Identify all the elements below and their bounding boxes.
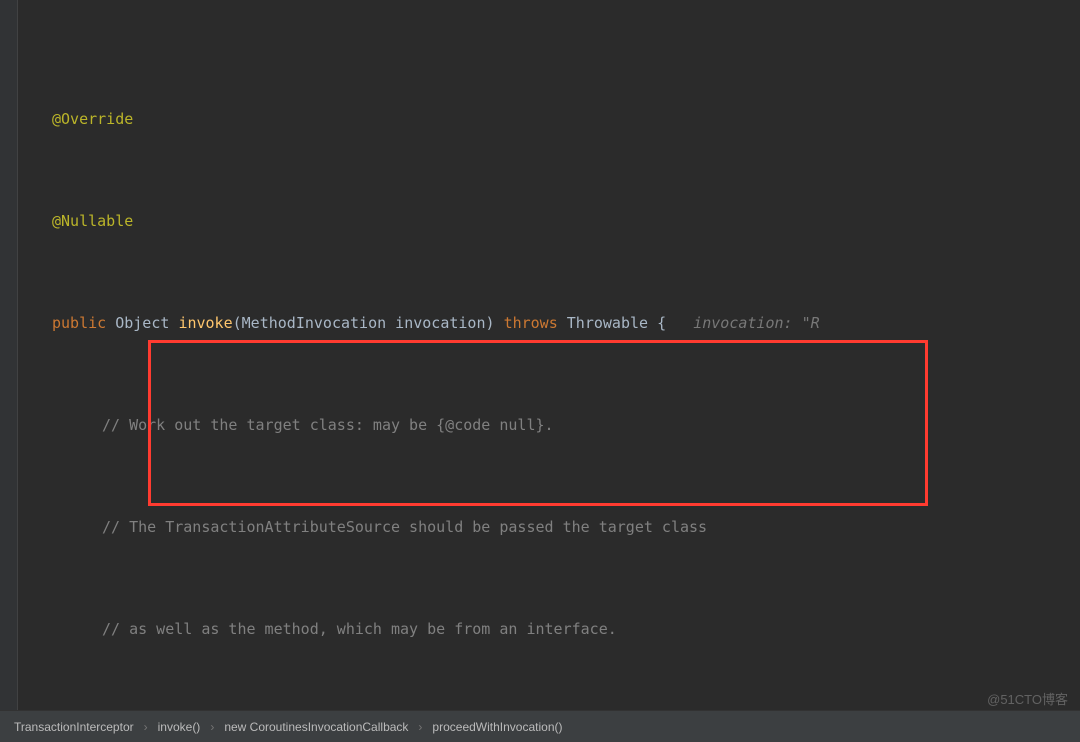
inlay-hint: invocation: "R — [693, 314, 819, 332]
code-editor[interactable]: @Override @Nullable public Object invoke… — [0, 0, 1080, 710]
breadcrumbs-bar[interactable]: TransactionInterceptor › invoke() › new … — [0, 710, 1080, 742]
keyword-throws: throws — [504, 314, 558, 332]
param-invocation: MethodInvocation invocation — [242, 314, 486, 332]
keyword-public: public — [52, 314, 106, 332]
type-object: Object — [115, 314, 169, 332]
chevron-right-icon: › — [416, 720, 424, 734]
annotation-nullable: @Nullable — [52, 212, 133, 230]
watermark: @51CTO博客 — [987, 689, 1068, 708]
breadcrumb-item[interactable]: invoke() — [150, 716, 209, 738]
comment: // The TransactionAttributeSource should… — [102, 518, 707, 536]
annotation-override: @Override — [52, 110, 133, 128]
breadcrumb-item[interactable]: new CoroutinesInvocationCallback — [216, 716, 416, 738]
code-area[interactable]: @Override @Nullable public Object invoke… — [18, 0, 1080, 710]
type-throwable: Throwable — [567, 314, 648, 332]
comment: // Work out the target class: may be {@c… — [102, 416, 554, 434]
comment: // as well as the method, which may be f… — [102, 620, 617, 638]
chevron-right-icon: › — [142, 720, 150, 734]
breadcrumb-item[interactable]: proceedWithInvocation() — [424, 716, 570, 738]
gutter — [0, 0, 18, 710]
breadcrumb-item[interactable]: TransactionInterceptor — [6, 716, 142, 738]
method-invoke: invoke — [178, 314, 232, 332]
chevron-right-icon: › — [208, 720, 216, 734]
